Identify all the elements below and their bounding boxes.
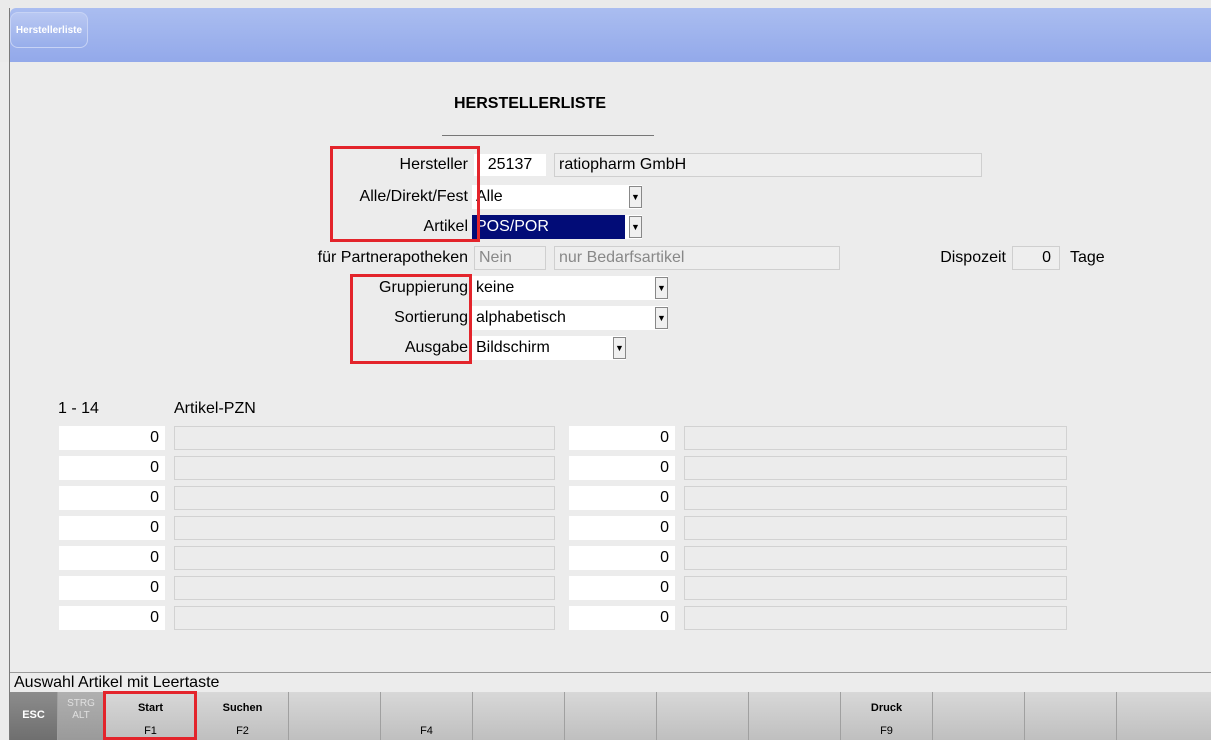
tab-herstellerliste[interactable]: Herstellerliste bbox=[10, 12, 88, 48]
table-row bbox=[684, 576, 1067, 600]
sortierung-value: alphabetisch bbox=[476, 309, 566, 326]
table-row[interactable]: 0 bbox=[569, 426, 675, 450]
highlight-box-start-button bbox=[103, 691, 197, 740]
f7-button[interactable] bbox=[657, 692, 749, 740]
table-row bbox=[174, 576, 555, 600]
table-row[interactable]: 0 bbox=[569, 546, 675, 570]
esc-label: ESC bbox=[22, 709, 45, 721]
table-row bbox=[684, 606, 1067, 630]
table-row[interactable]: 0 bbox=[59, 486, 165, 510]
alt-label: ALT bbox=[72, 710, 90, 721]
f2-key-label: F2 bbox=[236, 725, 249, 737]
table-row bbox=[684, 486, 1067, 510]
f12-button[interactable] bbox=[1117, 692, 1209, 740]
table-row[interactable]: 0 bbox=[59, 456, 165, 480]
f11-button[interactable] bbox=[1025, 692, 1117, 740]
dropdown-arrow-icon[interactable]: ▼ bbox=[629, 216, 642, 238]
f6-button[interactable] bbox=[565, 692, 657, 740]
highlight-box-gruppierung-group bbox=[350, 274, 472, 364]
dropdown-arrow-icon[interactable]: ▼ bbox=[613, 337, 626, 359]
f9-key-label: F9 bbox=[880, 725, 893, 737]
title-underline bbox=[442, 135, 654, 136]
strg-label: STRG bbox=[67, 698, 95, 709]
ausgabe-value: Bildschirm bbox=[476, 339, 550, 356]
esc-button[interactable]: ESC bbox=[10, 692, 58, 740]
druck-label: Druck bbox=[870, 702, 903, 714]
table-row bbox=[684, 426, 1067, 450]
bedarfsartikel-field: nur Bedarfsartikel bbox=[554, 246, 840, 270]
table-row bbox=[174, 606, 555, 630]
main-panel: HERSTELLERLISTE Hersteller 25137 ratioph… bbox=[10, 62, 1211, 672]
hersteller-number-field[interactable]: 25137 bbox=[474, 154, 546, 176]
status-text: Auswahl Artikel mit Leertaste bbox=[14, 674, 220, 691]
dispozeit-label: Dispozeit bbox=[940, 249, 1006, 266]
list-column-header: Artikel-PZN bbox=[174, 400, 256, 417]
table-row bbox=[684, 546, 1067, 570]
table-row[interactable]: 0 bbox=[569, 516, 675, 540]
ausgabe-select[interactable]: Bildschirm ▼ bbox=[472, 336, 626, 360]
f3-button[interactable] bbox=[289, 692, 381, 740]
druck-f9-button[interactable]: Druck F9 bbox=[841, 692, 933, 740]
tage-label: Tage bbox=[1070, 249, 1105, 266]
table-row[interactable]: 0 bbox=[569, 606, 675, 630]
alle-direkt-fest-select[interactable]: Alle ▼ bbox=[472, 185, 642, 209]
dropdown-arrow-icon[interactable]: ▼ bbox=[655, 307, 668, 329]
highlight-box-hersteller-group bbox=[330, 146, 480, 242]
gruppierung-select[interactable]: keine ▼ bbox=[472, 276, 668, 300]
table-row[interactable]: 0 bbox=[569, 456, 675, 480]
dropdown-arrow-icon[interactable]: ▼ bbox=[655, 277, 668, 299]
status-bar: Auswahl Artikel mit Leertaste bbox=[10, 672, 1211, 692]
artikel-value: POS/POR bbox=[472, 215, 625, 239]
partnerapotheken-field: Nein bbox=[474, 246, 546, 270]
table-row[interactable]: 0 bbox=[59, 516, 165, 540]
strg-alt-button[interactable]: STRG ALT bbox=[58, 692, 105, 740]
artikel-select[interactable]: POS/POR ▼ bbox=[472, 215, 642, 239]
table-row bbox=[684, 456, 1067, 480]
f10-button[interactable] bbox=[933, 692, 1025, 740]
f8-button[interactable] bbox=[749, 692, 841, 740]
table-row bbox=[174, 426, 555, 450]
suchen-f2-button[interactable]: Suchen F2 bbox=[197, 692, 289, 740]
f5-button[interactable] bbox=[473, 692, 565, 740]
dropdown-arrow-icon[interactable]: ▼ bbox=[629, 186, 642, 208]
page-title: HERSTELLERLISTE bbox=[453, 95, 606, 112]
table-row bbox=[174, 486, 555, 510]
sortierung-select[interactable]: alphabetisch ▼ bbox=[472, 306, 668, 330]
list-range: 1 - 14 bbox=[58, 400, 99, 417]
partnerapotheken-label: für Partnerapotheken bbox=[317, 249, 468, 266]
hersteller-name-field: ratiopharm GmbH bbox=[554, 153, 982, 177]
dispozeit-field: 0 bbox=[1012, 246, 1060, 270]
f4-key-label: F4 bbox=[420, 725, 433, 737]
table-row[interactable]: 0 bbox=[569, 576, 675, 600]
table-row bbox=[684, 516, 1067, 540]
table-row bbox=[174, 516, 555, 540]
table-row bbox=[174, 546, 555, 570]
table-row bbox=[174, 456, 555, 480]
table-row[interactable]: 0 bbox=[59, 606, 165, 630]
table-row[interactable]: 0 bbox=[59, 546, 165, 570]
suchen-label: Suchen bbox=[222, 702, 263, 714]
table-row[interactable]: 0 bbox=[59, 426, 165, 450]
table-row[interactable]: 0 bbox=[569, 486, 675, 510]
gruppierung-value: keine bbox=[476, 279, 515, 296]
table-row[interactable]: 0 bbox=[59, 576, 165, 600]
f4-button[interactable]: F4 bbox=[381, 692, 473, 740]
tab-strip bbox=[10, 8, 1211, 62]
